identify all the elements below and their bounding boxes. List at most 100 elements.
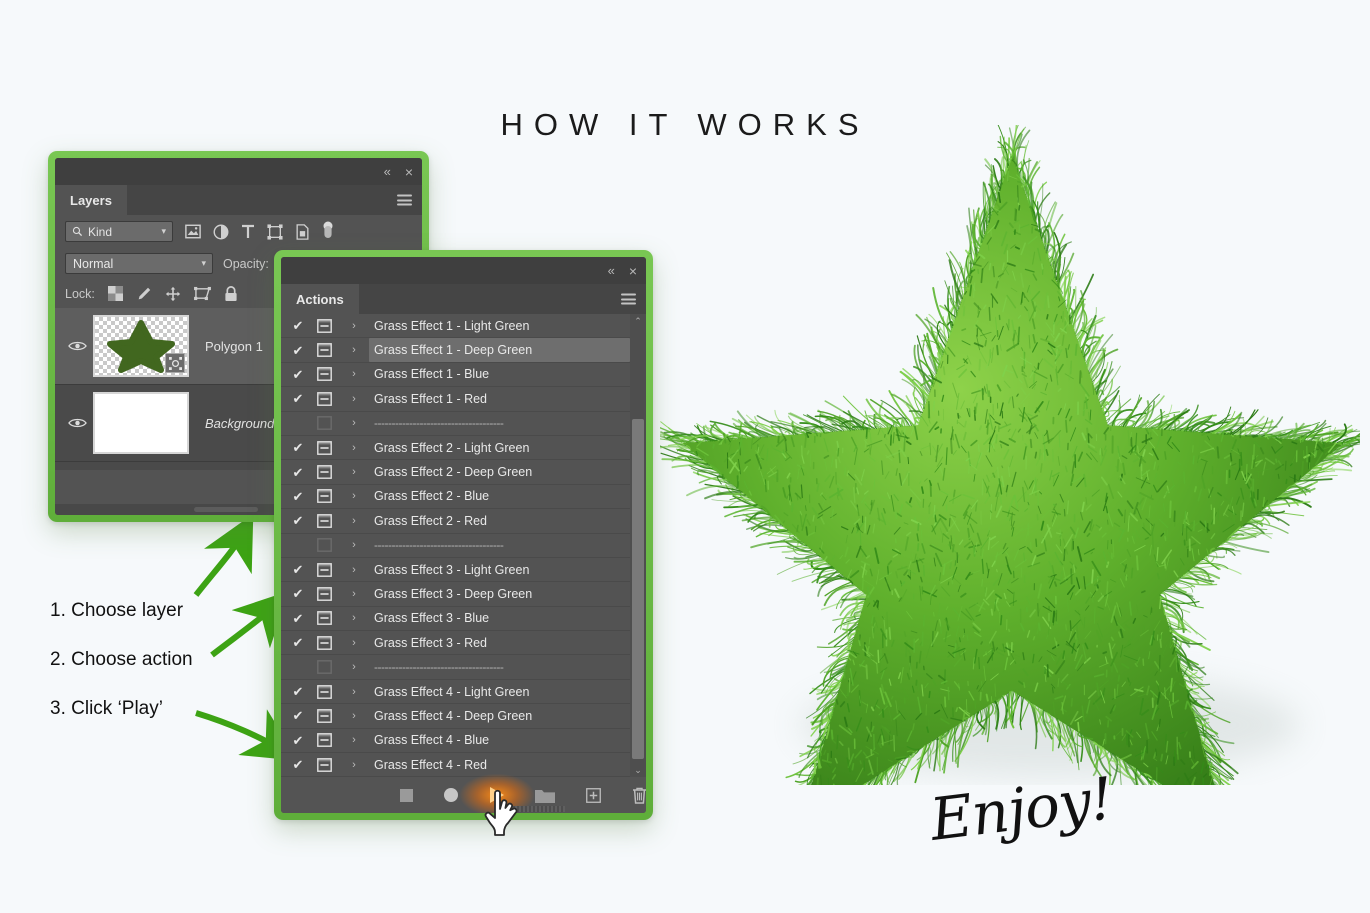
expand-chevron-icon[interactable]: › <box>339 539 369 551</box>
modal-dialog-empty-icon[interactable] <box>309 416 339 430</box>
new-action-icon[interactable] <box>586 788 601 803</box>
modal-dialog-toggle-icon[interactable] <box>309 611 339 625</box>
action-label-container[interactable]: Grass Effect 3 - Red <box>369 631 630 654</box>
tab-actions[interactable]: Actions <box>281 284 359 314</box>
modal-dialog-toggle-icon[interactable] <box>309 563 339 577</box>
action-label-container[interactable]: Grass Effect 1 - Light Green <box>369 314 630 337</box>
layer-thumbnail[interactable] <box>93 392 189 454</box>
action-label-container[interactable]: Grass Effect 1 - Red <box>369 387 630 410</box>
lock-transparent-pixels-icon[interactable] <box>108 286 123 301</box>
action-label-container[interactable]: ------------------------------------- <box>369 655 630 678</box>
action-row[interactable]: ✔ › Grass Effect 3 - Red <box>281 631 630 655</box>
panel-menu-icon[interactable] <box>621 294 636 305</box>
expand-chevron-icon[interactable]: › <box>339 466 369 478</box>
expand-chevron-icon[interactable]: › <box>339 393 369 405</box>
action-toggle-checkbox[interactable]: ✔ <box>287 758 309 771</box>
layer-name[interactable]: Polygon 1 <box>189 339 263 354</box>
action-label-container[interactable]: Grass Effect 4 - Light Green <box>369 680 630 703</box>
action-label-container[interactable]: Grass Effect 4 - Red <box>369 753 630 776</box>
modal-dialog-toggle-icon[interactable] <box>309 319 339 333</box>
action-toggle-checkbox[interactable]: ✔ <box>287 587 309 600</box>
action-row[interactable]: ✔ › Grass Effect 2 - Blue <box>281 485 630 509</box>
action-label-container[interactable]: ------------------------------------- <box>369 534 630 557</box>
action-toggle-checkbox[interactable]: ✔ <box>287 734 309 747</box>
action-row[interactable]: ✔ › Grass Effect 3 - Blue <box>281 607 630 631</box>
expand-chevron-icon[interactable]: › <box>339 710 369 722</box>
action-separator-row[interactable]: › ------------------------------------- <box>281 412 630 436</box>
action-toggle-checkbox[interactable]: ✔ <box>287 344 309 357</box>
action-toggle-checkbox[interactable]: ✔ <box>287 563 309 576</box>
new-set-folder-icon[interactable] <box>535 788 555 803</box>
expand-chevron-icon[interactable]: › <box>339 637 369 649</box>
expand-chevron-icon[interactable]: › <box>339 612 369 624</box>
expand-chevron-icon[interactable]: › <box>339 734 369 746</box>
action-toggle-checkbox[interactable]: ✔ <box>287 392 309 405</box>
scrollbar-thumb[interactable] <box>632 419 644 758</box>
action-label-container[interactable]: Grass Effect 2 - Light Green <box>369 436 630 459</box>
action-toggle-checkbox[interactable]: ✔ <box>287 466 309 479</box>
lock-position-icon[interactable] <box>165 286 181 302</box>
lock-image-pixels-icon[interactable] <box>136 286 152 302</box>
close-icon[interactable]: × <box>405 165 413 179</box>
action-toggle-checkbox[interactable]: ✔ <box>287 636 309 649</box>
eye-icon[interactable] <box>61 417 93 429</box>
modal-dialog-toggle-icon[interactable] <box>309 465 339 479</box>
action-toggle-checkbox[interactable]: ✔ <box>287 514 309 527</box>
play-icon[interactable] <box>489 787 504 803</box>
scroll-up-icon[interactable]: ⌃ <box>630 314 646 328</box>
action-toggle-checkbox[interactable]: ✔ <box>287 441 309 454</box>
expand-chevron-icon[interactable]: › <box>339 417 369 429</box>
action-row[interactable]: ✔ › Grass Effect 3 - Deep Green <box>281 582 630 606</box>
action-row[interactable]: ✔ › Grass Effect 1 - Deep Green <box>281 338 630 362</box>
smart-object-filter-icon[interactable] <box>295 224 310 240</box>
modal-dialog-toggle-icon[interactable] <box>309 758 339 772</box>
action-toggle-checkbox[interactable]: ✔ <box>287 685 309 698</box>
action-toggle-checkbox[interactable]: ✔ <box>287 319 309 332</box>
expand-chevron-icon[interactable]: › <box>339 344 369 356</box>
expand-chevron-icon[interactable]: › <box>339 759 369 771</box>
action-row[interactable]: ✔ › Grass Effect 4 - Red <box>281 753 630 777</box>
action-label-container[interactable]: Grass Effect 2 - Deep Green <box>369 460 630 483</box>
filter-toggle-switch[interactable] <box>322 221 334 243</box>
action-label-container[interactable]: Grass Effect 2 - Blue <box>369 485 630 508</box>
action-row[interactable]: ✔ › Grass Effect 3 - Light Green <box>281 558 630 582</box>
modal-dialog-toggle-icon[interactable] <box>309 685 339 699</box>
lock-artboard-nesting-icon[interactable] <box>194 286 211 301</box>
collapse-icon[interactable]: « <box>608 264 615 277</box>
action-row[interactable]: ✔ › Grass Effect 2 - Light Green <box>281 436 630 460</box>
type-layer-filter-icon[interactable] <box>241 224 255 240</box>
expand-chevron-icon[interactable]: › <box>339 564 369 576</box>
panel-menu-icon[interactable] <box>397 195 412 206</box>
record-icon[interactable] <box>444 788 458 802</box>
shape-layer-filter-icon[interactable] <box>267 224 283 240</box>
layer-thumbnail[interactable] <box>93 315 189 377</box>
action-separator-row[interactable]: › ------------------------------------- <box>281 655 630 679</box>
action-row[interactable]: ✔ › Grass Effect 1 - Blue <box>281 363 630 387</box>
action-toggle-checkbox[interactable]: ✔ <box>287 368 309 381</box>
action-row[interactable]: ✔ › Grass Effect 1 - Red <box>281 387 630 411</box>
blend-mode-select[interactable]: Normal ▾ <box>65 253 213 274</box>
modal-dialog-toggle-icon[interactable] <box>309 587 339 601</box>
collapse-icon[interactable]: « <box>384 165 391 178</box>
lock-all-icon[interactable] <box>224 286 238 302</box>
action-label-container[interactable]: Grass Effect 2 - Red <box>369 509 630 532</box>
action-toggle-checkbox[interactable]: ✔ <box>287 709 309 722</box>
modal-dialog-toggle-icon[interactable] <box>309 489 339 503</box>
modal-dialog-toggle-icon[interactable] <box>309 343 339 357</box>
modal-dialog-toggle-icon[interactable] <box>309 392 339 406</box>
modal-dialog-empty-icon[interactable] <box>309 538 339 552</box>
action-label-container[interactable]: Grass Effect 1 - Deep Green <box>369 338 630 361</box>
delete-trash-icon[interactable] <box>632 787 646 804</box>
expand-chevron-icon[interactable]: › <box>339 515 369 527</box>
action-label-container[interactable]: Grass Effect 3 - Light Green <box>369 558 630 581</box>
expand-chevron-icon[interactable]: › <box>339 661 369 673</box>
expand-chevron-icon[interactable]: › <box>339 320 369 332</box>
action-label-container[interactable]: Grass Effect 1 - Blue <box>369 363 630 386</box>
action-separator-row[interactable]: › ------------------------------------- <box>281 534 630 558</box>
action-row[interactable]: ✔ › Grass Effect 2 - Deep Green <box>281 460 630 484</box>
pixel-layer-filter-icon[interactable] <box>185 224 201 239</box>
modal-dialog-toggle-icon[interactable] <box>309 709 339 723</box>
action-toggle-checkbox[interactable]: ✔ <box>287 490 309 503</box>
expand-chevron-icon[interactable]: › <box>339 490 369 502</box>
modal-dialog-toggle-icon[interactable] <box>309 514 339 528</box>
